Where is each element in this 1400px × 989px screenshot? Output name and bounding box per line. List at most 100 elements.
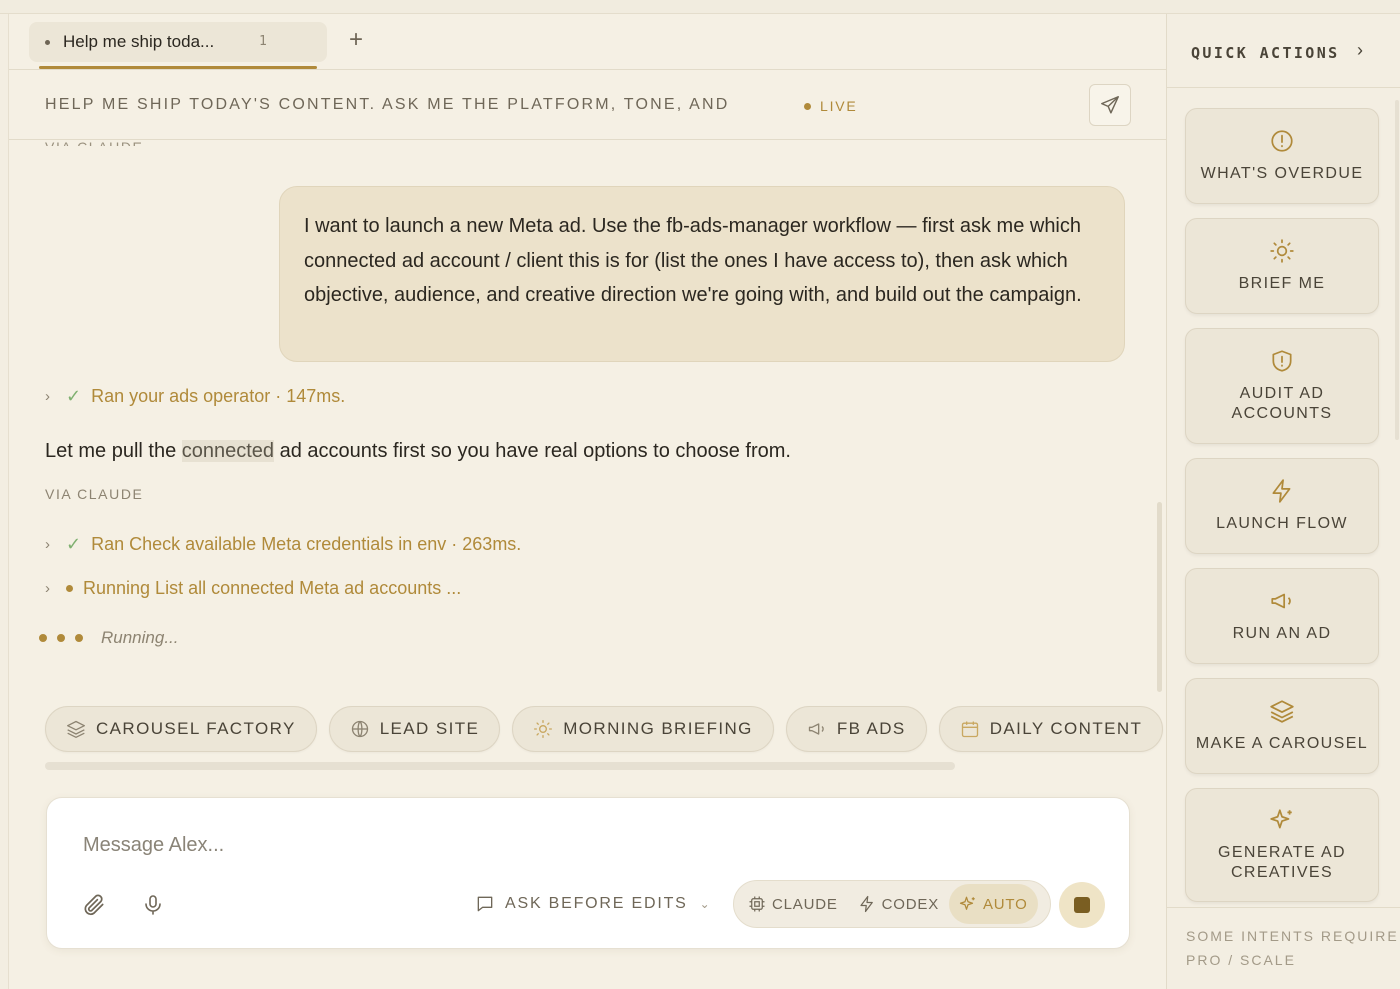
chips-scrollbar[interactable] [45,762,955,770]
chip-label: LEAD SITE [379,719,480,738]
assistant-text-pre: Let me pull the [45,440,182,462]
chip-morning-briefing[interactable]: MORNING BRIEFING [512,706,774,752]
tab-bar: Help me ship toda... 1 + [9,14,1167,70]
quick-action-label: AUDIT AD ACCOUNTS [1231,385,1333,422]
chevron-right-icon: › [45,536,50,553]
layers-icon [67,720,86,738]
chat-banner: HELP ME SHIP TODAY'S CONTENT. ASK ME THE… [9,70,1167,140]
via-label-top: VIA CLAUDE [45,136,143,146]
live-dot [804,102,811,110]
lightning-icon [860,895,873,913]
sidebar-scrollbar[interactable] [1395,100,1399,440]
chevron-down-icon: ⌄ [699,897,712,911]
attach-button[interactable] [81,892,107,923]
ask-mode-label: ASK BEFORE EDITS [505,895,688,912]
tool-call-text: Ran Check available Meta credentials in … [91,534,522,554]
sidebar-title: QUICK ACTIONS [1191,44,1340,62]
assistant-text-highlight: connected [181,440,275,462]
calendar-icon [961,721,978,738]
tool-call-text: Running List all connected Meta ad accou… [83,578,462,598]
assistant-message: Let me pull the connected ad accounts fi… [45,440,791,463]
microphone-icon [145,895,161,915]
sidebar-header: QUICK ACTIONS › [1167,14,1400,88]
tool-call-row[interactable]: › ✓ Ran Check available Meta credentials… [45,534,521,555]
model-option-auto[interactable]: AUTO [949,884,1038,924]
tool-call-row-running[interactable]: › Running List all connected Meta ad acc… [45,578,461,599]
quick-actions-sidebar: QUICK ACTIONS › WHAT'S OVERDUE BRIEF ME … [1166,14,1400,989]
chip-daily-content[interactable]: DAILY CONTENT [938,706,1164,752]
megaphone-icon [1271,593,1291,609]
quick-action-make-a-carousel[interactable]: MAKE A CAROUSEL [1185,678,1379,774]
chip-label: CAROUSEL FACTORY [96,719,296,738]
quick-action-label: RUN AN AD [1232,625,1332,642]
message-composer: Message Alex... ASK BEFORE EDITS ⌄ CLAUD… [46,797,1130,949]
assistant-text-post: ad accounts first so you have real optio… [274,440,791,462]
sun-icon [1270,239,1294,263]
quick-action-whats-overdue[interactable]: WHAT'S OVERDUE [1185,108,1379,204]
lightning-icon [1272,479,1291,503]
paperclip-icon [84,894,104,916]
tab-active-chat[interactable]: Help me ship toda... 1 [29,22,327,62]
check-icon: ✓ [66,386,82,406]
running-indicator: Running... [39,628,179,648]
chat-panel: Help me ship toda... 1 + HELP ME SHIP TO… [8,14,1167,989]
window-top-strip [0,0,1400,14]
sparkles-icon [1270,809,1292,829]
message-input[interactable]: Message Alex... [83,834,224,857]
chip-label: FB ADS [836,719,906,738]
quick-action-brief-me[interactable]: BRIEF ME [1185,218,1379,314]
model-switcher: CLAUDE CODEX AUTO [733,880,1051,928]
share-button[interactable] [1089,84,1131,126]
megaphone-icon [808,723,824,735]
tab-status-dot [45,39,50,45]
quick-action-label: WHAT'S OVERDUE [1200,165,1364,182]
ask-mode-select[interactable]: ASK BEFORE EDITS ⌄ [475,894,711,914]
chat-scrollbar[interactable] [1157,502,1162,692]
sidebar-footer-note: SOME INTENTS REQUIRE PRO / SCALE [1167,907,1400,972]
model-option-codex[interactable]: CODEX [848,884,949,924]
running-dot-icon [66,585,73,592]
chevron-right-icon: › [45,388,50,405]
sun-icon [534,720,553,738]
typing-dot [57,634,65,642]
stop-icon [1074,897,1090,913]
via-label: VIA CLAUDE [45,486,144,502]
globe-icon [351,720,368,738]
tool-call-text: Ran your ads operator · 147ms. [91,386,346,406]
quick-action-launch-flow[interactable]: LAUNCH FLOW [1185,458,1379,554]
chip-label: MORNING BRIEFING [563,719,753,738]
running-label: Running... [101,628,179,647]
chip-fb-ads[interactable]: FB ADS [785,706,927,752]
typing-dot [39,634,47,642]
tool-call-row[interactable]: › ✓ Ran your ads operator · 147ms. [45,386,345,407]
new-tab-button[interactable]: + [349,28,363,52]
live-label: LIVE [820,98,858,114]
chip-lead-site[interactable]: LEAD SITE [328,706,501,752]
sparkles-icon [959,896,975,910]
quick-action-audit-ad-accounts[interactable]: AUDIT AD ACCOUNTS [1185,328,1379,444]
tab-label: Help me ship toda... [63,32,215,51]
cpu-icon [749,896,765,912]
shield-alert-icon [1272,350,1292,372]
chip-carousel-factory[interactable]: CAROUSEL FACTORY [45,706,317,752]
model-option-claude[interactable]: CLAUDE [738,884,848,924]
stop-button[interactable] [1059,882,1105,928]
alert-circle-icon [1271,130,1293,152]
quick-action-generate-ad-creatives[interactable]: GENERATE AD CREATIVES [1185,788,1379,902]
collapse-sidebar-button[interactable]: › [1357,40,1363,61]
tab-count: 1 [259,34,267,49]
send-icon [1101,96,1119,114]
user-message-bubble: I want to launch a new Meta ad. Use the … [279,186,1125,362]
quick-action-label: MAKE A CAROUSEL [1195,735,1369,752]
chip-label: DAILY CONTENT [989,719,1143,738]
typing-dot [75,634,83,642]
quick-action-label: BRIEF ME [1238,275,1326,292]
quick-action-label: GENERATE AD CREATIVES [1217,844,1347,881]
quick-action-label: LAUNCH FLOW [1216,515,1348,532]
model-label: CLAUDE [772,895,838,913]
quick-action-run-an-ad[interactable]: RUN AN AD [1185,568,1379,664]
banner-title: HELP ME SHIP TODAY'S CONTENT. ASK ME THE… [45,96,730,113]
voice-button[interactable] [141,892,165,923]
layers-icon [1270,700,1294,723]
check-icon: ✓ [66,534,82,554]
